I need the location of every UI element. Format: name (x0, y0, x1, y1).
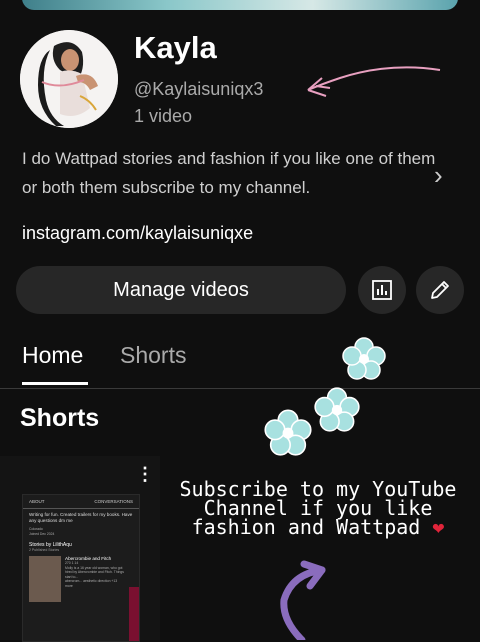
pink-arrow-decoration (307, 66, 441, 97)
more-options-icon[interactable]: ⋮ (136, 464, 154, 485)
tab-home[interactable]: Home (22, 342, 83, 369)
channel-handle: @Kaylaisuniqx3 (134, 79, 264, 99)
story-tag: abercrom... (65, 579, 83, 583)
section-title: Shorts (20, 404, 100, 432)
flower-decoration (314, 387, 360, 432)
preview-tab-conversations: CONVERSATIONS (94, 499, 133, 504)
story-tags: abercrom... aesthetic direction +13 more (65, 579, 125, 588)
chevron-right-icon[interactable]: › (434, 160, 443, 191)
story-tag: direction (97, 579, 111, 583)
video-count: 1 video (134, 106, 193, 126)
manage-videos-button[interactable]: Manage videos (16, 266, 346, 314)
preview-tabs: ABOUT CONVERSATIONS (23, 495, 139, 509)
pencil-icon (431, 281, 449, 299)
story-description: Molly is a 16 year old woman, who got hi… (65, 565, 124, 579)
tabs-divider (0, 388, 480, 389)
channel-name: Kayla (134, 30, 217, 65)
channel-avatar[interactable] (20, 30, 118, 128)
tab-shorts[interactable]: Shorts (120, 342, 186, 369)
preview-side-image (129, 587, 139, 641)
subscribe-overlay-text: Subscribe to my YouTube Channel if you l… (158, 479, 478, 539)
channel-link[interactable]: instagram.com/kaylaisuniqxe (22, 223, 253, 244)
heart-icon: ❤ (432, 515, 445, 539)
story-tag: aesthetic (83, 579, 97, 583)
preview-bio: Writing for fun. Created trailers for my… (29, 512, 133, 523)
story-cover (29, 556, 61, 602)
edit-button[interactable] (416, 266, 464, 314)
preview-tab-about: ABOUT (29, 499, 45, 504)
active-tab-indicator (22, 382, 88, 385)
flower-decoration (264, 409, 312, 456)
preview-stories-heading: Stories by LilithAqu (29, 542, 72, 548)
channel-banner (22, 0, 458, 10)
preview-story-card: Abercrombie and Fitch 270 1 14 Molly is … (23, 552, 139, 606)
short-preview-screenshot: ABOUT CONVERSATIONS Writing for fun. Cre… (22, 494, 140, 642)
bar-chart-icon (372, 280, 392, 300)
avatar-illustration (20, 30, 118, 128)
channel-description[interactable]: I do Wattpad stories and fashion if you … (22, 144, 442, 202)
purple-arrow-decoration (280, 560, 326, 640)
overlay-line-3: fashion and Wattpad (191, 515, 421, 539)
flower-decoration (342, 337, 386, 380)
analytics-button[interactable] (358, 266, 406, 314)
overlay-line-3-wrap: fashion and Wattpad ❤ (158, 515, 478, 539)
